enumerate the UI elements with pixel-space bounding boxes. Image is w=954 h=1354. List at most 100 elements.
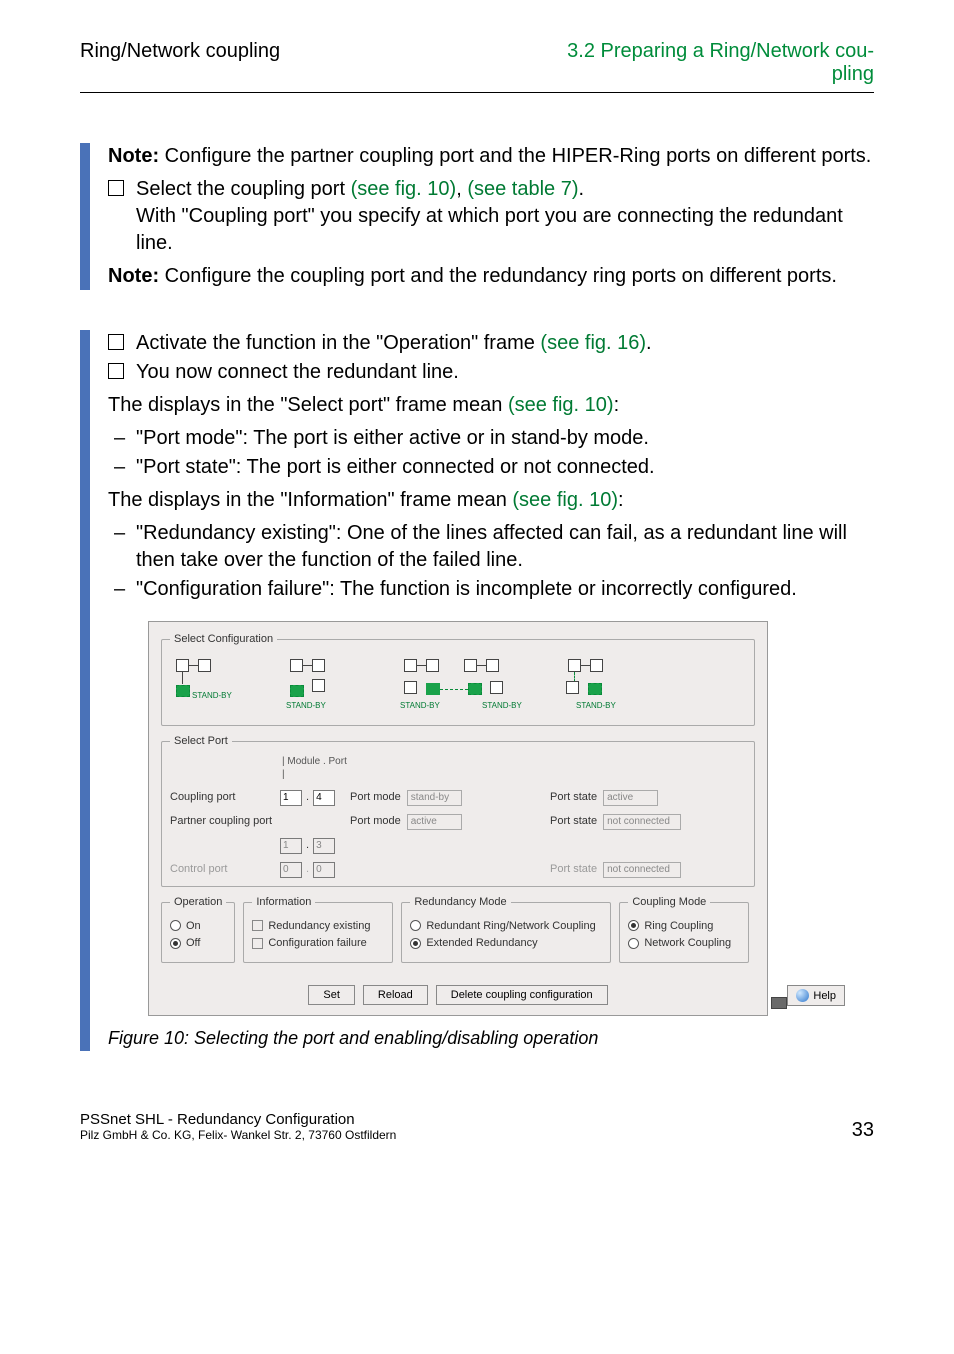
redundancy-mode-fieldset: Redundancy Mode Redundant Ring/Network C… [401,895,611,964]
page-number: 33 [852,1119,874,1142]
config-option-4[interactable]: STAND-BY [564,657,654,713]
header-right-l1: 3.2 Preparing a Ring/Network cou- [567,40,874,63]
config-diagrams[interactable]: STAND-BY STAND-BY [170,653,746,717]
control-state-value: not connected [603,862,681,878]
partner-mode-label: Port mode [350,814,401,829]
config-option-2[interactable]: STAND-BY [286,657,376,713]
coupling-mode-opt2-label: Network Coupling [644,936,731,951]
radio-icon [170,920,181,931]
partner-port-input [313,838,335,854]
radio-icon [628,920,639,931]
coupling-mode-opt1[interactable]: Ring Coupling [628,919,740,934]
content-block-2: Activate the function in the "Operation"… [80,330,874,1051]
coupling-mode-fieldset: Coupling Mode Ring Coupling Network Coup… [619,895,749,964]
operation-on-label: On [186,919,201,934]
coupling-state-value: active [603,790,658,806]
check1-end: . [579,178,585,200]
coupling-mode-value: stand-by [407,790,462,806]
reload-button[interactable]: Reload [363,985,428,1005]
check1-text: Select the coupling port [136,178,351,200]
help-icon [796,989,809,1002]
disp2-end: : [618,489,624,511]
radio-icon [410,920,421,931]
config-option-1[interactable]: STAND-BY [172,657,262,713]
partner-port-label: Partner coupling port [170,814,280,829]
information-fieldset: Information Redundancy existing Configur… [243,895,393,964]
figure-caption: Figure 10: Selecting the port and enabli… [108,1026,874,1050]
coupling-mode-legend: Coupling Mode [628,895,710,910]
delete-button[interactable]: Delete coupling configuration [436,985,608,1005]
standby-label-3b: STAND-BY [482,701,522,712]
coupling-module-input[interactable] [280,790,302,806]
select-configuration-legend: Select Configuration [170,632,277,647]
check1-sep: , [456,178,467,200]
standby-label-3a: STAND-BY [400,701,440,712]
disp2-a: The displays in the "Information" frame … [108,489,512,511]
link-fig10-c[interactable]: (see fig. 10) [512,489,618,511]
d2-li1: "Redundancy existing": One of the lines … [108,520,874,574]
configuration-failure-label: Configuration failure [268,936,366,951]
partner-state-label: Port state [550,814,597,829]
footer-line2: Pilz GmbH & Co. KG, Felix- Wankel Str. 2… [80,1128,396,1142]
standby-label-4: STAND-BY [576,701,616,712]
link-fig16[interactable]: (see fig. 16) [540,332,646,354]
operation-legend: Operation [170,895,226,910]
checkbox-icon [252,938,263,949]
coupling-port-label: Coupling port [170,790,280,805]
d1-li2: "Port state": The port is either connect… [108,454,874,481]
operation-on-radio[interactable]: On [170,919,226,934]
operation-fieldset: Operation On Off [161,895,235,964]
help-label: Help [813,990,836,1002]
note1-text: Configure the partner coupling port and … [159,145,871,167]
redundancy-mode-legend: Redundancy Mode [410,895,510,910]
select-port-fieldset: Select Port | Module . Port | Coupling p… [161,734,755,887]
config-option-3[interactable]: STAND-BY STAND-BY [400,657,540,713]
control-state-label: Port state [550,862,597,877]
link-table7[interactable]: (see table 7) [467,178,578,200]
check2-text: Activate the function in the "Operation"… [136,332,540,354]
control-port-input [313,862,335,878]
operation-off-radio[interactable]: Off [170,936,226,951]
d1-li1: "Port mode": The port is either active o… [108,425,874,452]
standby-label-1: STAND-BY [192,691,232,702]
header-rule [80,92,874,93]
content-block-1: Note: Configure the partner coupling por… [80,143,874,290]
d2-li2: "Configuration failure": The function is… [108,576,874,603]
coupling-mode-label: Port mode [350,790,401,805]
redundancy-existing-label: Redundancy existing [268,919,370,934]
coupling-mode-opt2[interactable]: Network Coupling [628,936,740,951]
scrollbar-indicator[interactable] [771,997,787,1009]
header-right: 3.2 Preparing a Ring/Network cou- pling [567,40,874,86]
redundancy-mode-opt2[interactable]: Extended Redundancy [410,936,602,951]
disp1-a: The displays in the "Select port" frame … [108,394,508,416]
partner-state-value: not connected [603,814,681,830]
disp1-end: : [614,394,620,416]
link-fig10-a[interactable]: (see fig. 10) [351,178,457,200]
check1-sub: With "Coupling port" you specify at whic… [136,203,874,257]
control-port-label: Control port [170,862,280,877]
embedded-screenshot: Select Configuration STAND-BY [148,621,768,1016]
select-port-legend: Select Port [170,734,232,749]
redundancy-mode-opt2-label: Extended Redundancy [426,936,537,951]
coupling-port-input[interactable] [313,790,335,806]
header-right-l2: pling [567,63,874,86]
redundancy-mode-opt1-label: Redundant Ring/Network Coupling [426,919,595,934]
set-button[interactable]: Set [308,985,355,1005]
help-button[interactable]: Help [787,985,845,1006]
operation-off-label: Off [186,936,200,951]
standby-label-2: STAND-BY [286,701,326,712]
note1-label: Note: [108,145,159,167]
partner-mode-value: active [407,814,462,830]
radio-icon [410,938,421,949]
check3-text: You now connect the redundant line. [108,359,874,386]
redundancy-mode-opt1[interactable]: Redundant Ring/Network Coupling [410,919,602,934]
note2-text: Configure the coupling port and the redu… [159,265,837,287]
information-legend: Information [252,895,315,910]
note2-label: Note: [108,265,159,287]
select-configuration-fieldset: Select Configuration STAND-BY [161,632,755,726]
coupling-state-label: Port state [550,790,597,805]
link-fig10-b[interactable]: (see fig. 10) [508,394,614,416]
page-footer: PSSnet SHL - Redundancy Configuration Pi… [80,1111,874,1142]
check2-end: . [646,332,652,354]
footer-line1: PSSnet SHL - Redundancy Configuration [80,1111,396,1128]
